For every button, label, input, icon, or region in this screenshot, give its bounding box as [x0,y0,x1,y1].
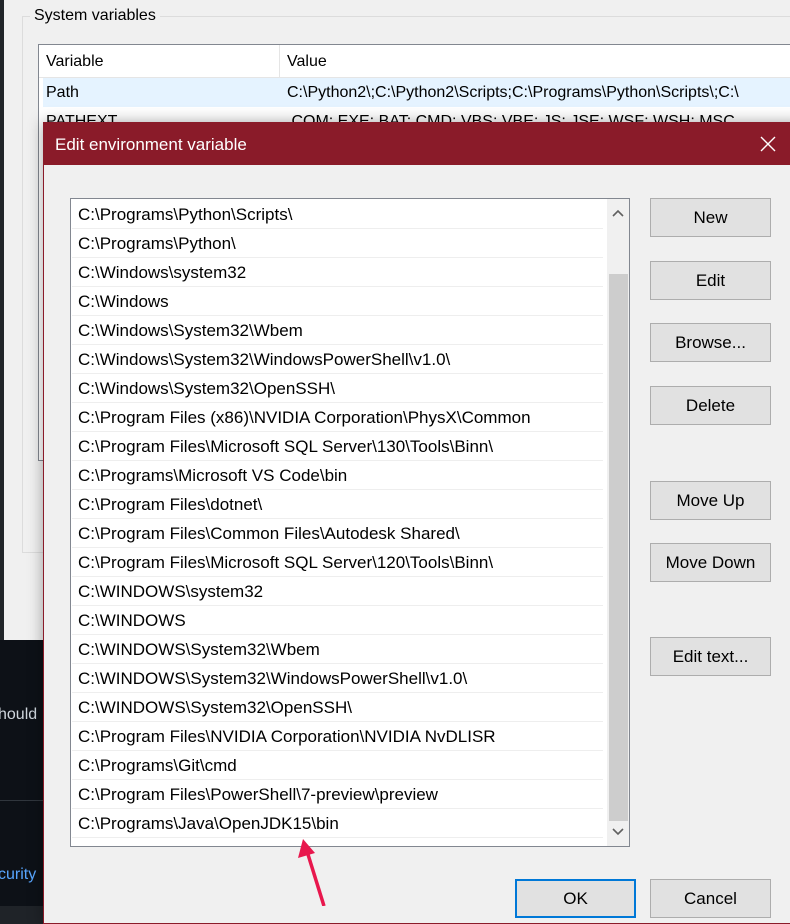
system-variables-label: System variables [30,7,160,25]
path-entry[interactable]: C:\Program Files\Microsoft SQL Server\12… [72,549,603,577]
column-header-value[interactable]: Value [287,53,327,71]
move-up-button[interactable]: Move Up [650,481,771,520]
path-entry[interactable]: C:\WINDOWS\system32 [72,578,603,606]
path-entry[interactable]: C:\Program Files\dotnet\ [72,491,603,519]
background-text-fragment: hould [0,706,38,723]
path-entry[interactable]: C:\Windows\system32 [72,259,603,287]
chevron-up-icon [612,209,624,217]
path-entry[interactable]: C:\WINDOWS\System32\OpenSSH\ [72,694,603,722]
dialog-title: Edit environment variable [55,135,247,154]
path-entry[interactable]: C:\Programs\Git\cmd [72,752,603,780]
system-variable-row[interactable]: Path C:\Python2\;C:\Python2\Scripts;C:\P… [43,78,790,107]
scrollbar-thumb[interactable] [609,274,628,821]
path-entry[interactable]: C:\WINDOWS\System32\Wbem [72,636,603,664]
dialog-titlebar[interactable]: Edit environment variable [44,123,790,165]
path-entries-list[interactable]: C:\Programs\Python\Scripts\ C:\Programs\P… [70,198,630,847]
edit-button[interactable]: Edit [650,261,771,300]
background-divider [0,800,44,801]
close-icon [760,136,776,152]
path-entry[interactable]: C:\Windows\System32\WindowsPowerShell\v1… [72,346,603,374]
background-link-fragment[interactable]: curity [0,866,36,884]
column-header-variable[interactable]: Variable [46,53,104,71]
vertical-scrollbar[interactable] [607,199,629,846]
path-entry[interactable]: C:\Windows\System32\Wbem [72,317,603,345]
path-entry[interactable]: C:\Programs\Microsoft VS Code\bin [72,462,603,490]
cancel-button[interactable]: Cancel [650,879,771,918]
annotation-arrow-icon [298,839,326,906]
scroll-up-button[interactable] [607,201,629,225]
path-entry[interactable]: C:\WINDOWS\System32\WindowsPowerShell\v1… [72,665,603,693]
browse-button[interactable]: Browse... [650,323,771,362]
path-entry[interactable]: C:\Program Files\PowerShell\7-preview\pr… [72,781,603,809]
column-separator[interactable] [279,45,280,77]
path-entry[interactable]: C:\Program Files\NVIDIA Corporation\NVID… [72,723,603,751]
new-button[interactable]: New [650,198,771,237]
chevron-down-icon [612,828,624,836]
variable-name: Path [46,84,79,101]
variable-value: C:\Python2\;C:\Python2\Scripts;C:\Progra… [287,84,739,101]
path-entry[interactable]: C:\Windows [72,288,603,316]
path-entry[interactable]: C:\Programs\Python\Scripts\ [72,201,603,229]
path-entry[interactable]: C:\Program Files\Common Files\Autodesk S… [72,520,603,548]
path-entry[interactable]: C:\Windows\System32\OpenSSH\ [72,375,603,403]
move-down-button[interactable]: Move Down [650,543,771,582]
scroll-down-button[interactable] [607,820,629,844]
system-variables-header: Variable Value [39,45,790,78]
path-entry[interactable]: C:\Programs\Java\OpenJDK15\bin [72,810,603,838]
edit-environment-variable-dialog: Edit environment variable C:\Programs\Py… [43,122,790,924]
path-entry[interactable]: C:\Program Files\Microsoft SQL Server\13… [72,433,603,461]
path-entry[interactable]: C:\Programs\Python\ [72,230,603,258]
close-button[interactable] [745,123,790,165]
edit-text-button[interactable]: Edit text... [650,637,771,676]
ok-button[interactable]: OK [515,879,636,918]
path-entry[interactable]: C:\Program Files (x86)\NVIDIA Corporatio… [72,404,603,432]
delete-button[interactable]: Delete [650,386,771,425]
path-entry[interactable]: C:\WINDOWS [72,607,603,635]
